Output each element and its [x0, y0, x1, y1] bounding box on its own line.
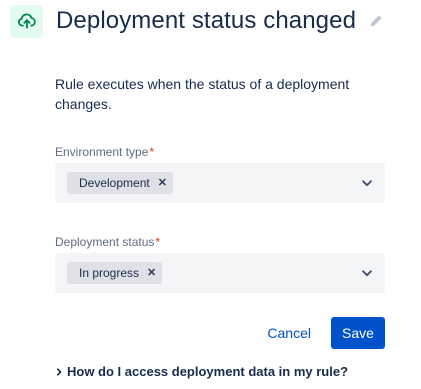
environment-chip: Development ✕ — [67, 172, 173, 194]
trigger-header: Deployment status changed — [10, 4, 410, 38]
environment-type-select[interactable]: Development ✕ — [55, 163, 385, 203]
chevron-down-icon[interactable] — [359, 175, 375, 191]
environment-chip-label: Development — [79, 176, 150, 190]
cloud-upload-icon — [10, 4, 43, 38]
page-title: Deployment status changed — [56, 7, 357, 34]
deployment-status-label: Deployment status* — [55, 235, 160, 249]
help-link-label: How do I access deployment data in my ru… — [67, 364, 349, 379]
deployment-status-select[interactable]: In progress ✕ — [55, 253, 385, 293]
save-button[interactable]: Save — [331, 317, 385, 349]
trigger-description: Rule executes when the status of a deplo… — [55, 76, 350, 112]
chevron-right-icon — [53, 366, 65, 378]
environment-type-label-text: Environment type — [55, 145, 149, 159]
status-chip-label: In progress — [79, 266, 140, 280]
pencil-icon[interactable] — [368, 13, 384, 29]
environment-type-label: Environment type* — [55, 145, 154, 159]
close-icon[interactable]: ✕ — [158, 177, 167, 189]
required-marker: * — [155, 235, 161, 249]
cancel-button[interactable]: Cancel — [257, 317, 321, 349]
deployment-status-label-text: Deployment status — [55, 235, 155, 249]
form-actions: Cancel Save — [257, 317, 385, 349]
chevron-down-icon[interactable] — [359, 265, 375, 281]
close-icon[interactable]: ✕ — [147, 267, 156, 279]
status-chip: In progress ✕ — [67, 262, 163, 284]
help-disclosure[interactable]: How do I access deployment data in my ru… — [53, 364, 348, 379]
required-marker: * — [149, 145, 155, 159]
